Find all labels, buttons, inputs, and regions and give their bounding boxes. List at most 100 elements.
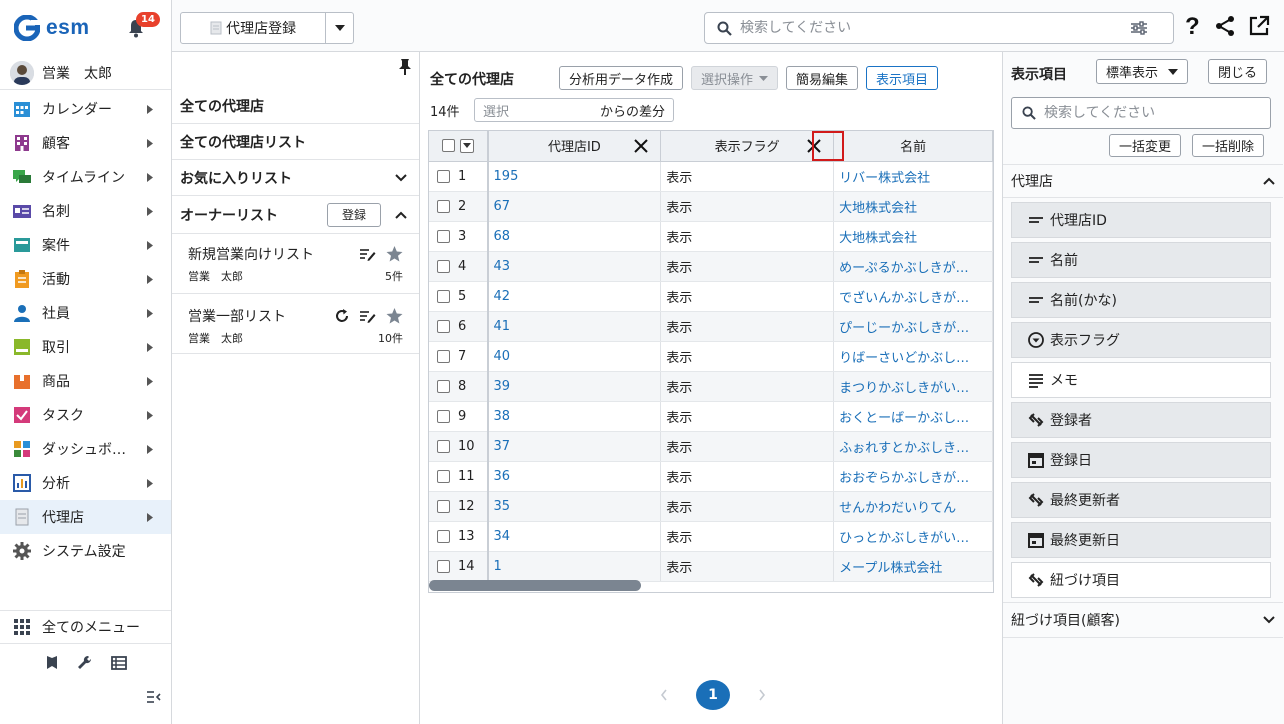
table-row[interactable]: 1 195 表示 リバー株式会社: [429, 161, 993, 192]
agency-name-link[interactable]: ひっとかぶしきがい…: [839, 531, 969, 546]
agency-id-link[interactable]: 36: [494, 469, 511, 484]
owner-register-button[interactable]: 登録: [326, 202, 381, 227]
row-checkbox[interactable]: [437, 439, 450, 453]
row-checkbox[interactable]: [437, 199, 450, 213]
table-row[interactable]: 2 67 表示 大地株式会社: [429, 191, 993, 222]
table-row[interactable]: 8 39 表示 まつりかぶしきがい…: [429, 371, 993, 402]
agency-name-link[interactable]: ふぉれすとかぶしき…: [839, 441, 969, 456]
section-agency[interactable]: 代理店: [1003, 164, 1283, 198]
agency-name-link[interactable]: りばーさいどかぶし…: [839, 351, 969, 366]
saved-list-card[interactable]: 新規営業向けリスト 営業 太郎 5件: [172, 234, 419, 294]
row-checkbox[interactable]: [437, 469, 450, 483]
sidebar-item-10[interactable]: タスク: [0, 398, 171, 432]
table-row[interactable]: 13 34 表示 ひっとかぶしきがい…: [429, 521, 993, 552]
display-field-item[interactable]: 紐づけ項目: [1011, 562, 1271, 598]
edit-list-icon[interactable]: [360, 309, 376, 323]
sidebar-item-11[interactable]: ダッシュボ…: [0, 432, 171, 466]
bookmark-icon[interactable]: [45, 655, 59, 671]
diff-selector[interactable]: 選択 からの差分: [474, 98, 674, 122]
sidebar-item-12[interactable]: 分析: [0, 466, 171, 500]
page-1-button[interactable]: 1: [696, 680, 730, 710]
table-row[interactable]: 3 68 表示 大地株式会社: [429, 221, 993, 252]
horizontal-scrollbar[interactable]: [429, 580, 641, 591]
user-profile[interactable]: 営業 太郎: [0, 56, 171, 90]
star-icon[interactable]: [386, 308, 403, 324]
agency-id-link[interactable]: 195: [494, 169, 519, 184]
table-row[interactable]: 5 42 表示 でざいんかぶしきが…: [429, 281, 993, 312]
display-field-item[interactable]: 登録者: [1011, 402, 1271, 438]
agency-name-link[interactable]: メープル株式会社: [839, 561, 942, 576]
row-checkbox[interactable]: [437, 259, 450, 273]
agency-name-link[interactable]: リバー株式会社: [839, 171, 930, 186]
column-header-agency-id[interactable]: 代理店ID: [487, 131, 662, 162]
help-icon[interactable]: ?: [1182, 14, 1202, 38]
sidebar-item-1[interactable]: カレンダー: [0, 92, 171, 126]
sidebar-item-3[interactable]: タイムライン: [0, 160, 171, 194]
agency-id-link[interactable]: 68: [494, 229, 511, 244]
display-field-item[interactable]: 最終更新者: [1011, 482, 1271, 518]
agency-id-link[interactable]: 43: [494, 259, 511, 274]
agency-name-link[interactable]: めーぷるかぶしきが…: [839, 261, 968, 276]
sidebar-item-2[interactable]: 顧客: [0, 126, 171, 160]
display-field-item[interactable]: 登録日: [1011, 442, 1271, 478]
sidebar-item-8[interactable]: 取引: [0, 330, 171, 364]
agency-id-link[interactable]: 42: [494, 289, 511, 304]
row-checkbox[interactable]: [437, 379, 450, 393]
share-icon[interactable]: [1214, 15, 1236, 37]
agency-name-link[interactable]: まつりかぶしきがい…: [839, 381, 969, 396]
agency-name-link[interactable]: でざいんかぶしきが…: [839, 291, 969, 306]
list-favorites[interactable]: お気に入りリスト: [172, 160, 419, 196]
agency-id-link[interactable]: 41: [494, 319, 511, 334]
row-checkbox[interactable]: [437, 319, 450, 333]
display-items-button[interactable]: 表示項目: [866, 66, 939, 90]
agency-id-link[interactable]: 34: [494, 529, 511, 544]
table-row[interactable]: 9 38 表示 おくとーばーかぶし…: [429, 401, 993, 432]
display-field-item[interactable]: 代理店ID: [1011, 202, 1271, 238]
list-all-agencies[interactable]: 全ての代理店: [172, 88, 419, 124]
preset-dropdown[interactable]: 標準表示: [1096, 59, 1189, 84]
sidebar-item-4[interactable]: 名刺: [0, 194, 171, 228]
agency-id-link[interactable]: 38: [494, 409, 511, 424]
table-row[interactable]: 14 1 表示 メープル株式会社: [429, 551, 993, 582]
app-logo[interactable]: esm: [14, 10, 114, 46]
agency-id-link[interactable]: 40: [494, 349, 511, 364]
display-field-item[interactable]: 表示フラグ: [1011, 322, 1271, 358]
sidebar-item-9[interactable]: 商品: [0, 364, 171, 398]
row-checkbox[interactable]: [437, 289, 450, 303]
edit-list-icon[interactable]: [360, 247, 376, 261]
pin-icon[interactable]: [398, 58, 412, 76]
agency-name-link[interactable]: おくとーばーかぶし…: [839, 411, 969, 426]
global-search-input[interactable]: [740, 20, 1130, 36]
agency-id-link[interactable]: 35: [494, 499, 511, 514]
select-operation-button[interactable]: 選択操作: [691, 66, 779, 90]
row-checkbox[interactable]: [437, 409, 450, 423]
chevron-left-icon[interactable]: [660, 689, 668, 701]
row-checkbox[interactable]: [437, 529, 450, 543]
table-row[interactable]: 12 35 表示 せんかわだいりてん: [429, 491, 993, 522]
star-icon[interactable]: [386, 246, 403, 262]
field-search-input[interactable]: [1044, 105, 1254, 121]
display-field-item[interactable]: 最終更新日: [1011, 522, 1271, 558]
table-row[interactable]: 6 41 表示 ぴーじーかぶしきが…: [429, 311, 993, 342]
display-field-item[interactable]: 名前: [1011, 242, 1271, 278]
agency-id-link[interactable]: 37: [494, 439, 511, 454]
analysis-data-button[interactable]: 分析用データ作成: [559, 66, 684, 90]
register-dropdown-button[interactable]: [326, 13, 353, 43]
agency-id-link[interactable]: 1: [494, 559, 502, 574]
row-checkbox[interactable]: [437, 229, 450, 243]
close-icon[interactable]: [632, 137, 650, 155]
bulk-change-button[interactable]: 一括変更: [1109, 134, 1182, 157]
all-menu-button[interactable]: 全てのメニュー: [0, 610, 171, 644]
list-owner[interactable]: オーナーリスト 登録: [172, 196, 419, 234]
column-header-display-flag[interactable]: 表示フラグ: [660, 131, 835, 162]
table-row[interactable]: 7 40 表示 りばーさいどかぶし…: [429, 341, 993, 372]
sidebar-item-7[interactable]: 社員: [0, 296, 171, 330]
agency-name-link[interactable]: おおぞらかぶしきが…: [839, 471, 969, 486]
collapse-sidebar-icon[interactable]: [146, 690, 162, 704]
refresh-icon[interactable]: [334, 308, 350, 324]
bulk-delete-button[interactable]: 一括削除: [1192, 134, 1265, 157]
row-checkbox[interactable]: [437, 349, 450, 363]
sidebar-item-13[interactable]: 代理店: [0, 500, 171, 534]
open-external-icon[interactable]: [1248, 15, 1270, 37]
table-view-icon[interactable]: [110, 655, 127, 671]
